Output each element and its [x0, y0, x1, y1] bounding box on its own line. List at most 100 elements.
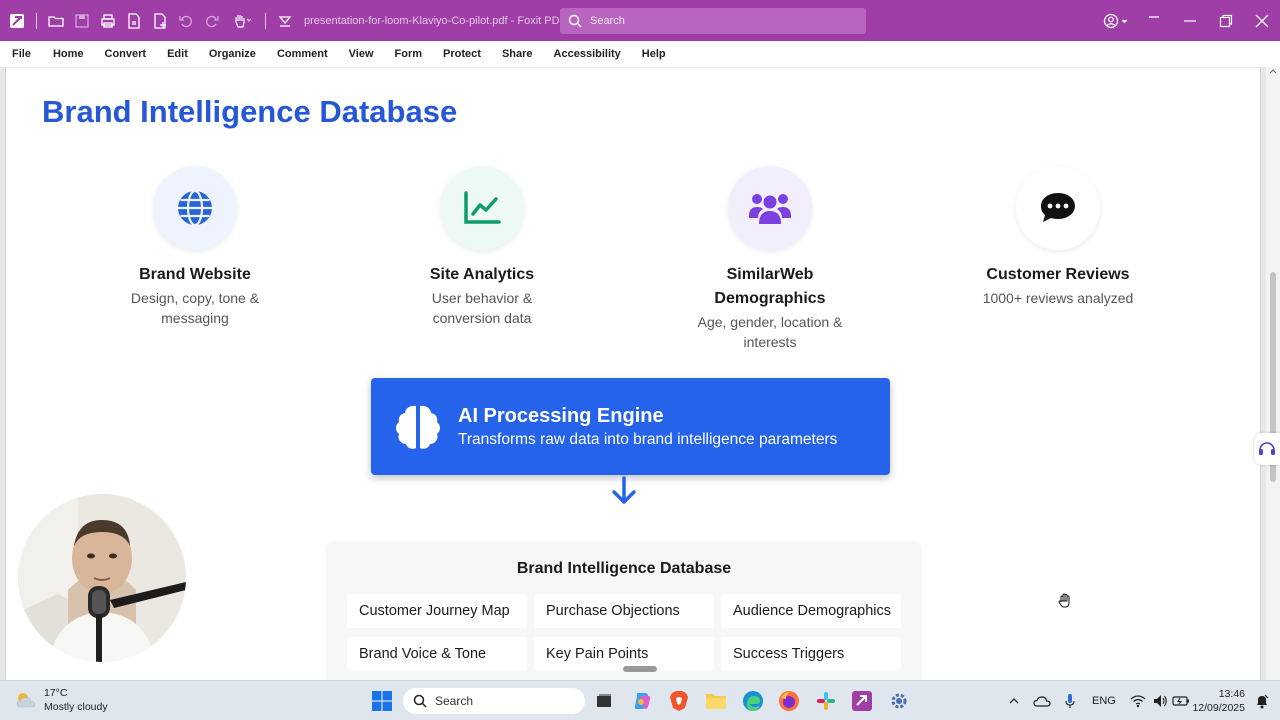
volume-icon[interactable] [1152, 693, 1168, 709]
ai-processing-engine-box: AI Processing Engine Transforms raw data… [371, 378, 890, 475]
system-tray: ENG [1006, 681, 1190, 720]
menu-comment[interactable]: Comment [277, 48, 328, 60]
taskbar-search-label: Search [435, 694, 474, 708]
battery-icon[interactable] [1172, 693, 1190, 709]
brave-browser-icon[interactable] [667, 689, 691, 713]
wifi-icon[interactable] [1130, 693, 1146, 709]
database-item: Success Triggers [721, 637, 901, 671]
foxit-editor-icon[interactable] [850, 689, 874, 713]
hand-cursor-icon [1058, 593, 1070, 608]
notification-bell-icon[interactable] [1254, 693, 1270, 709]
chart-line-icon [464, 191, 501, 224]
open-folder-icon[interactable] [43, 0, 69, 41]
database-item: Customer Journey Map [347, 594, 527, 628]
users-icon-circle [728, 166, 812, 250]
engine-title: AI Processing Engine [458, 404, 664, 427]
window-controls [1096, 0, 1280, 41]
source-description: 1000+ reviews analyzed [982, 290, 1134, 306]
slide-title: Brand Intelligence Database [42, 94, 458, 129]
create-pdf-icon[interactable] [121, 0, 147, 41]
document-area[interactable]: Brand Intelligence Database Brand Websit… [0, 67, 1280, 680]
clock-time: 13:46 [1218, 688, 1245, 700]
customize-toolbar-icon[interactable] [272, 0, 298, 41]
search-input[interactable] [590, 15, 850, 27]
menu-home[interactable]: Home [53, 48, 84, 60]
account-icon[interactable] [1096, 0, 1136, 41]
close-icon[interactable] [1244, 0, 1280, 41]
clock-date: 12/09/2025 [1192, 702, 1245, 714]
print-icon[interactable] [95, 0, 121, 41]
menu-protect[interactable]: Protect [443, 48, 481, 60]
undo-icon[interactable] [173, 0, 199, 41]
menu-bar: File Home Convert Edit Organize Comment … [0, 41, 1280, 67]
comments-icon [1041, 193, 1075, 222]
menu-organize[interactable]: Organize [209, 48, 256, 60]
source-description: Age, gender, location & interests [697, 314, 843, 350]
scroll-up-icon[interactable] [1266, 67, 1280, 77]
settings-gear-icon[interactable] [887, 689, 911, 713]
source-name: Site Analytics [429, 266, 535, 283]
menu-help[interactable]: Help [642, 48, 666, 60]
save-icon[interactable] [69, 0, 95, 41]
ribbon-toggle-icon[interactable] [1136, 0, 1172, 41]
windows-taskbar: 17°C Mostly cloudy Search ENG 13:46 12/0… [0, 680, 1280, 720]
search-icon [413, 694, 427, 708]
redo-icon[interactable] [199, 0, 225, 41]
search-box[interactable] [560, 8, 866, 34]
cloudy-weather-icon [16, 693, 36, 708]
engine-subtitle: Transforms raw data into brand intellige… [458, 430, 838, 448]
new-page-icon[interactable] [147, 0, 173, 41]
toolbar-separator [36, 12, 37, 29]
comments-icon-circle [1016, 166, 1100, 250]
onedrive-cloud-icon[interactable] [1032, 693, 1052, 709]
horizontal-scroll-indicator[interactable] [623, 666, 657, 672]
minimize-icon[interactable] [1172, 0, 1208, 41]
source-customer-reviews: Customer Reviews 1000+ reviews analyzed [948, 166, 1168, 308]
title-bar: presentation-for-loom-Klaviyo-Co-pilot.p… [0, 0, 1280, 41]
document-title: presentation-for-loom-Klaviyo-Co-pilot.p… [304, 14, 562, 27]
slack-icon[interactable] [814, 689, 838, 713]
vertical-scrollbar[interactable] [1266, 67, 1280, 680]
hand-tool-icon[interactable] [225, 0, 259, 41]
arrow-down-icon [612, 476, 636, 504]
pdf-page[interactable]: Brand Intelligence Database Brand Websit… [5, 68, 1261, 680]
globe-icon [178, 189, 212, 227]
source-similarweb: SimilarWeb Demographics Age, gender, loc… [660, 166, 880, 352]
webcam-overlay [18, 494, 186, 662]
taskbar-search[interactable]: Search [403, 688, 585, 714]
system-clock[interactable]: 13:46 12/09/2025 [1192, 687, 1245, 715]
windows-start-icon[interactable] [370, 689, 394, 713]
source-name: Brand Website [139, 266, 251, 283]
menu-form[interactable]: Form [395, 48, 423, 60]
database-title: Brand Intelligence Database [516, 560, 732, 577]
menu-share[interactable]: Share [502, 48, 533, 60]
firefox-icon[interactable] [777, 689, 801, 713]
weather-condition: Mostly cloudy [44, 701, 108, 713]
copilot-icon[interactable] [630, 689, 654, 713]
weather-widget[interactable]: 17°C Mostly cloudy [14, 686, 108, 714]
search-icon [568, 14, 582, 28]
edge-browser-icon[interactable] [741, 689, 765, 713]
menu-convert[interactable]: Convert [105, 48, 147, 60]
source-description: User behavior & conversion data [431, 290, 533, 326]
restore-icon[interactable] [1208, 0, 1244, 41]
menu-view[interactable]: View [349, 48, 374, 60]
foxit-logo-icon[interactable] [4, 0, 30, 41]
database-item: Brand Voice & Tone [347, 637, 527, 671]
task-view-icon[interactable] [592, 689, 616, 713]
language-indicator[interactable]: ENG [1092, 695, 1116, 707]
weather-temperature: 17°C [44, 687, 68, 699]
menu-edit[interactable]: Edit [167, 48, 188, 60]
brain-icon [396, 405, 440, 449]
users-icon [749, 194, 791, 224]
source-name: SimilarWeb Demographics [714, 266, 826, 307]
chevron-up-icon[interactable] [1006, 693, 1022, 709]
menu-file[interactable]: File [12, 48, 31, 60]
source-site-analytics: Site Analytics User behavior & conversio… [372, 166, 592, 328]
microphone-icon[interactable] [1062, 693, 1078, 709]
ai-assistant-icon[interactable] [1254, 433, 1280, 465]
database-item: Purchase Objections [534, 594, 714, 628]
menu-accessibility[interactable]: Accessibility [554, 48, 621, 60]
globe-icon-circle [153, 166, 237, 250]
file-explorer-icon[interactable] [704, 689, 728, 713]
